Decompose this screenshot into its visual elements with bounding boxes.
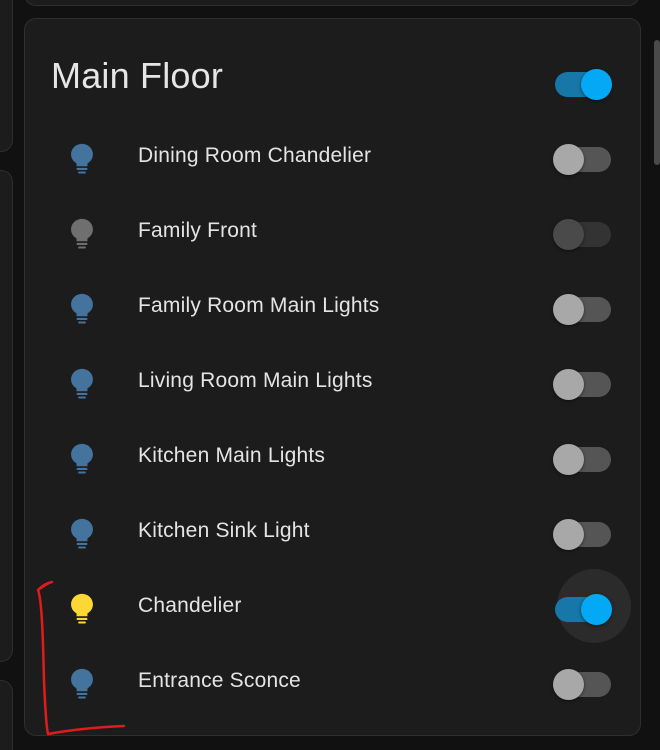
entity-toggle <box>553 209 611 250</box>
entity-name: Family Front <box>138 219 258 242</box>
lightbulb-icon[interactable] <box>67 142 97 176</box>
entities-card: Main Floor Dining Room Chandelier Family … <box>24 18 641 736</box>
background-card-left-1 <box>0 0 13 152</box>
entity-toggle[interactable] <box>555 584 612 625</box>
toggle-thumb <box>553 669 584 700</box>
entity-name: Dining Room Chandelier <box>138 144 372 167</box>
entity-row[interactable]: Living Room Main Lights <box>25 345 640 420</box>
entity-toggle[interactable] <box>553 284 611 325</box>
entity-row[interactable]: Dining Room Chandelier <box>25 120 640 195</box>
entity-row[interactable]: Kitchen Sink Light <box>25 495 640 570</box>
entity-toggle[interactable] <box>553 434 611 475</box>
toggle-thumb <box>581 594 612 625</box>
toggle-thumb <box>581 69 612 100</box>
entity-name: Chandelier <box>138 594 242 617</box>
entity-row[interactable]: Family Front <box>25 195 640 270</box>
toggle-thumb <box>553 519 584 550</box>
entity-toggle[interactable] <box>553 134 611 175</box>
lightbulb-icon[interactable] <box>67 592 97 626</box>
entity-name: Entrance Sconce <box>138 669 301 692</box>
entity-toggle[interactable] <box>553 509 611 550</box>
toggle-thumb <box>553 444 584 475</box>
entity-row[interactable]: Kitchen Main Lights <box>25 420 640 495</box>
entity-name: Family Room Main Lights <box>138 294 380 317</box>
entity-row[interactable]: Family Room Main Lights <box>25 270 640 345</box>
toggle-thumb <box>553 144 584 175</box>
lightbulb-icon[interactable] <box>67 517 97 551</box>
entity-row[interactable]: Chandelier <box>25 570 640 645</box>
lightbulb-icon[interactable] <box>67 292 97 326</box>
scrollbar[interactable] <box>654 40 660 165</box>
background-card-top <box>24 0 640 6</box>
lightbulb-icon[interactable] <box>67 442 97 476</box>
background-card-left-2 <box>0 170 13 662</box>
entity-toggle[interactable] <box>553 359 611 400</box>
entity-toggle[interactable] <box>553 659 611 700</box>
entity-row[interactable]: Entrance Sconce <box>25 645 640 720</box>
entity-name: Kitchen Sink Light <box>138 519 310 542</box>
toggle-thumb <box>553 294 584 325</box>
lightbulb-icon[interactable] <box>67 667 97 701</box>
toggle-thumb <box>553 219 584 250</box>
toggle-thumb <box>553 369 584 400</box>
dashboard-view: Main Floor Dining Room Chandelier Family … <box>0 0 660 750</box>
entity-name: Living Room Main Lights <box>138 369 373 392</box>
entity-name: Kitchen Main Lights <box>138 444 326 467</box>
lightbulb-icon[interactable] <box>67 367 97 401</box>
card-title: Main Floor <box>51 55 224 96</box>
lightbulb-icon[interactable] <box>67 217 97 251</box>
master-toggle[interactable] <box>555 59 612 100</box>
background-card-left-3 <box>0 680 13 750</box>
